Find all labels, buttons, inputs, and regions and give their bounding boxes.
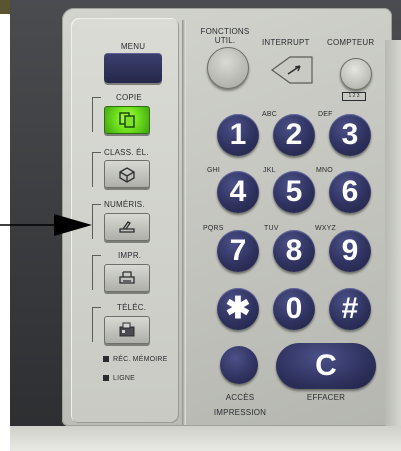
key-letters-7: PQRS (203, 225, 224, 232)
copy-icon (119, 112, 135, 128)
panel-right-edge (385, 40, 401, 430)
compteur-label: COMPTEUR (327, 38, 375, 47)
clear-label: EFFACER (306, 393, 346, 402)
panel-divider (182, 20, 186, 425)
line-indicator-led (103, 375, 109, 381)
class-el-mode-button[interactable] (104, 160, 150, 188)
key-hash[interactable]: # (329, 288, 371, 330)
clear-button[interactable]: C (276, 343, 376, 389)
key-letters-9: WXYZ (315, 225, 337, 232)
menu-label: MENU (120, 42, 146, 51)
acces-label-line1: ACCÈS (225, 393, 255, 402)
key-letters-5: JKL (263, 167, 276, 174)
mode-label-numeris: NUMÉRIS. (104, 200, 145, 209)
telec-mode-button[interactable] (104, 316, 150, 344)
key-letters-4: GHI (207, 167, 221, 174)
mode-bracket (92, 255, 101, 290)
mode-label-copie: COPIE (116, 93, 142, 102)
key-6[interactable]: 6 (329, 171, 371, 213)
mode-bracket (92, 307, 101, 342)
key-2[interactable]: 2 (273, 114, 315, 156)
key-7[interactable]: 7 (217, 230, 259, 272)
copy-mode-button[interactable] (104, 106, 150, 134)
key-9[interactable]: 9 (329, 230, 371, 272)
line-indicator-label: LIGNE (113, 375, 136, 382)
key-star[interactable]: ✱ (217, 288, 259, 330)
memory-indicator-led (103, 356, 109, 362)
pointer-arrow-icon (0, 214, 92, 236)
key-8[interactable]: 8 (273, 230, 315, 272)
panel-bottom-edge (10, 426, 401, 451)
compteur-sub-label: 1 2 3 (342, 92, 366, 101)
key-letters-6: MNO (316, 167, 333, 174)
key-5[interactable]: 5 (273, 171, 315, 213)
interrupt-button[interactable] (268, 55, 316, 85)
key-1[interactable]: 1 (217, 114, 259, 156)
printer-icon (119, 271, 135, 284)
fonctions-label-line2: UTIL. (214, 36, 236, 45)
numeris-mode-button[interactable] (104, 213, 150, 241)
key-letters-3: DEF (318, 111, 333, 118)
menu-button[interactable] (104, 53, 162, 83)
mode-label-class: CLASS. ÉL. (104, 148, 149, 157)
fonctions-util-button[interactable] (207, 47, 249, 89)
fonctions-label-line1: FONCTIONS (200, 27, 250, 36)
key-3[interactable]: 3 (329, 114, 371, 156)
key-4[interactable]: 4 (217, 171, 259, 213)
copier-control-panel-photo: MENU COPIE CLASS. ÉL. NUMÉRIS. IMPR. TÉL… (0, 0, 401, 451)
mode-label-impr: IMPR. (118, 251, 142, 260)
acces-impression-button[interactable] (220, 346, 258, 384)
key-letters-8: TUV (264, 225, 279, 232)
memory-indicator-label: RÉC. MÉMOIRE (113, 356, 168, 363)
key-letters-2: ABC (262, 111, 277, 118)
mode-label-telec: TÉLÉC. (117, 303, 147, 312)
box-icon (119, 167, 135, 183)
acces-label-line2: IMPRESSION (213, 408, 267, 417)
mode-bracket (92, 97, 101, 132)
scanner-icon (119, 221, 135, 233)
interrupt-label: INTERRUPT (262, 38, 310, 47)
compteur-button[interactable] (340, 58, 372, 90)
impr-mode-button[interactable] (104, 264, 150, 292)
fax-icon (119, 322, 135, 337)
key-0[interactable]: 0 (273, 288, 315, 330)
mode-bracket (92, 152, 101, 187)
